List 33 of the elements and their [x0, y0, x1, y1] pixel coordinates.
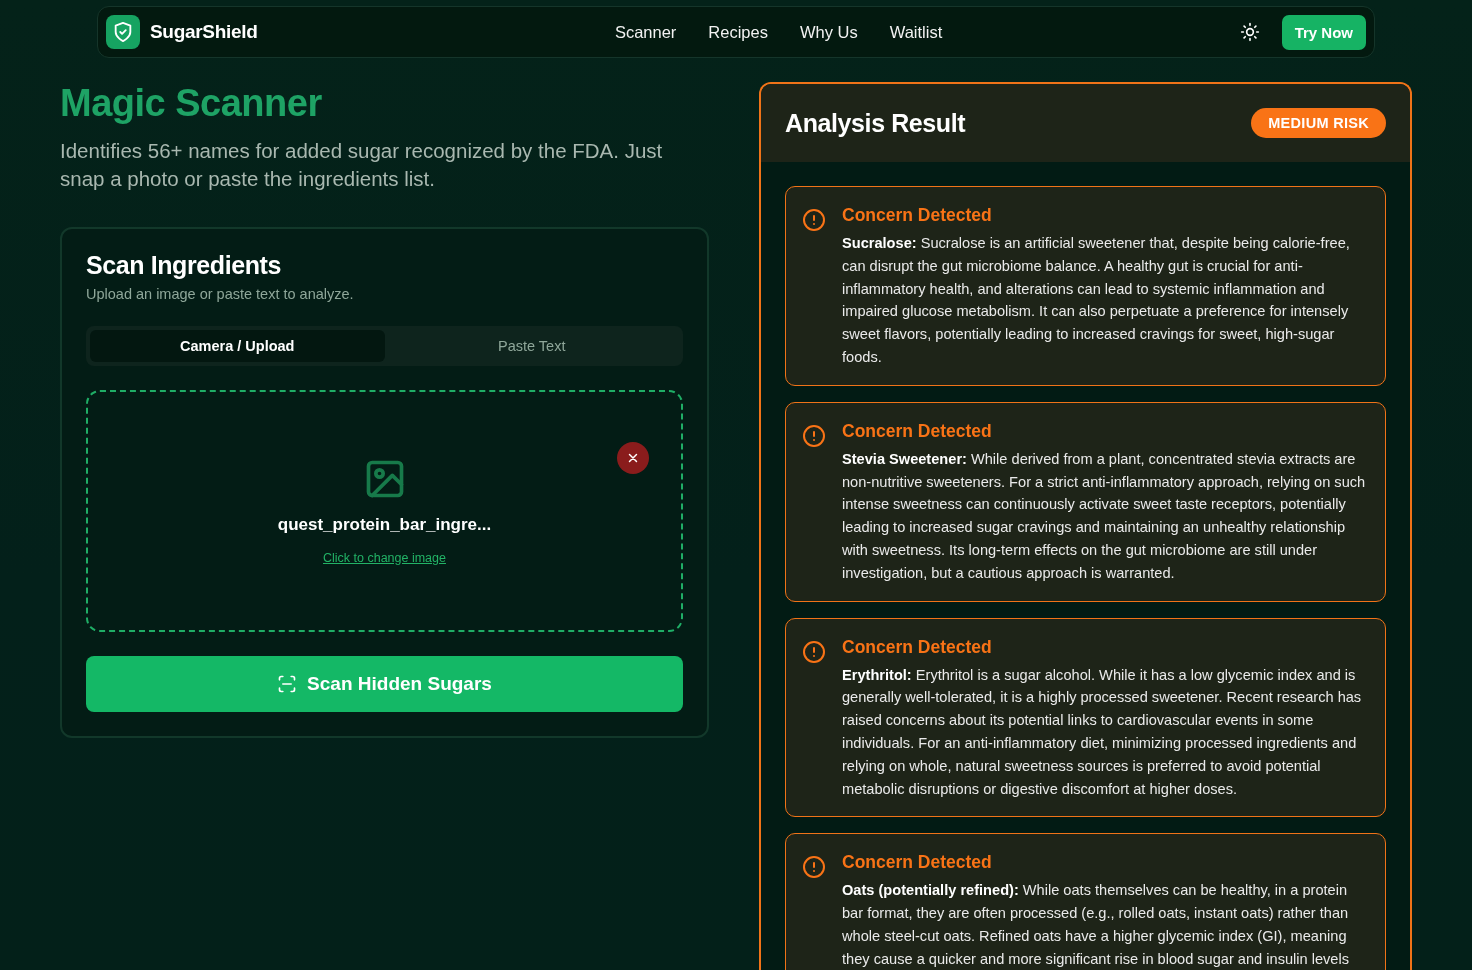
card-subtitle: Upload an image or paste text to analyze. — [86, 286, 355, 302]
close-button[interactable] — [617, 442, 649, 474]
nav-link[interactable]: Waitlist — [889, 22, 943, 42]
scan-icon — [277, 674, 298, 694]
nav-link[interactable]: Scanner — [614, 22, 677, 42]
brand-name: SugarShield — [150, 21, 258, 43]
concern-title: Concern Detected — [842, 205, 993, 226]
concern-text: Erythritol: Erythritol is a sugar alcohol. While it has a low glycemic index and is generally well-tolerated, it is a highly processed sweetener. Recent research has raised concerns about its potential links to cardiovascular events in some individuals. For an anti-inflammatory diet, minimizing processed ingredients and relying on whole, natural sweetness sources is preferred to avoid potential metabolic disruptions or digestive discomfort at higher doses. — [842, 665, 1363, 799]
sun-icon[interactable] — [1239, 22, 1260, 42]
upload-area[interactable]: quest_protein_bar_ingre... Click to change image — [86, 390, 683, 632]
alert-icon — [802, 639, 826, 664]
nav-link[interactable]: Recipes — [708, 22, 768, 42]
shield-logo-icon — [106, 15, 140, 49]
alert-icon — [802, 208, 826, 232]
alert-icon — [802, 423, 826, 448]
change-image-link[interactable]: Click to change image — [323, 551, 446, 565]
page-title: Magic Scanner — [60, 82, 323, 125]
result-title: Analysis Result — [785, 108, 966, 138]
tab[interactable]: Paste Text — [384, 330, 679, 362]
concern-text: Oats (potentially refined): While oats themselves can be healthy, in a protein bar format, they are often processed (e.g., rolled oats, instant oats) rather than whole steel-cut oats. Refined oats have a higher glycemic index (GI), meaning they cause a quicker and more significant rise in blood sugar and insulin levels — [842, 881, 1350, 969]
concern-text: Sucralose: Sucralose is an artificial sweetener that, despite being calorie-free, can disrupt the gut microbiome balance. A healthy gut is crucial for anti-inflammatory health, and alterations can lead to systemic inflammation and impaired glucose metabolism. It can also perpetuate a preference for intensely sweet flavors, potentially leading to increased cravings for sweet, high-sugar foods. — [842, 234, 1351, 367]
page-subtitle: Identifies 56+ names for added sugar recognized by the FDA. Just snap a photo or paste the ingredients list. — [60, 138, 664, 192]
risk-badge: MEDIUM RISK — [1251, 108, 1386, 138]
concern-title: Concern Detected — [842, 636, 993, 658]
concern-text: Stevia Sweetener: While derived from a plant, concentrated stevia extracts are non-nutritive sweeteners. For a strict anti-inflammatory approach, relying on such intense sweetness can continuously activate sweet taste receptors, potentially leading to increased sugar cravings and maintaining an unhealthy relationship with sweetness. Its long-term effects on the gut microbiome are still under investigation, but a cautious approach is warranted. — [842, 449, 1367, 583]
concern-title: Concern Detected — [842, 852, 993, 874]
alert-icon — [802, 855, 826, 880]
concern-title: Concern Detected — [842, 420, 993, 442]
tab[interactable]: Camera / Upload — [90, 330, 385, 362]
file-name: quest_protein_bar_ingre... — [277, 515, 492, 535]
close-icon — [626, 451, 640, 465]
card-title: Scan Ingredients — [86, 251, 283, 280]
nav-link[interactable]: Why Us — [800, 22, 858, 42]
